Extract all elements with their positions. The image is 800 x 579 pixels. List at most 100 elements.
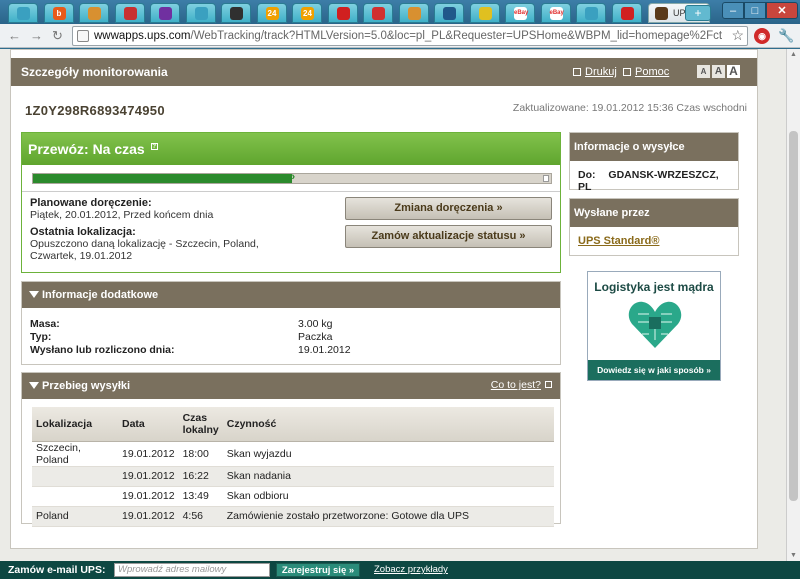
close-window-button[interactable]: ✕ [766, 2, 798, 19]
table-cell: 18:00 [178, 441, 223, 467]
circuit-heart-icon [628, 301, 682, 348]
browser-tab[interactable]: eBay [505, 3, 535, 23]
scrollbar-thumb[interactable] [789, 131, 798, 501]
additional-info-row: Wysłano lub rozliczono dnia: 19.01.2012 [30, 344, 550, 356]
back-arrow-icon[interactable]: ← [8, 28, 21, 43]
last-location: Ostatnia lokalizacja: Opuszczono daną lo… [30, 226, 259, 262]
last-location-date: Czwartek, 19.01.2012 [30, 250, 133, 262]
browser-tab[interactable] [363, 3, 393, 23]
browser-tab[interactable]: 24 [292, 3, 322, 23]
status-header: Przewóz: Na czas? [22, 133, 560, 165]
additional-info-row: Typ: Paczka [30, 331, 550, 343]
bookmark-star-icon[interactable]: ☆ [731, 27, 744, 44]
browser-tab[interactable] [469, 3, 500, 23]
page-icon [407, 7, 421, 20]
additional-info-header[interactable]: Informacje dodatkowe [22, 282, 560, 308]
divider [22, 191, 560, 192]
maximize-button[interactable]: □ [744, 2, 766, 19]
wrench-icon[interactable]: 🔧 [778, 28, 794, 44]
new-tab-button[interactable]: + [685, 5, 711, 21]
status-title: Przewóz: Na czas? [28, 141, 158, 157]
table-cell: Szczecin, Poland [32, 441, 118, 467]
ebay-icon: eBay [514, 7, 528, 20]
browser-tab[interactable] [398, 3, 429, 23]
planned-delivery-label: Planowane doręczenie: [30, 197, 152, 209]
puzzle-icon [123, 7, 137, 20]
wordpress-icon [443, 7, 456, 20]
table-cell [32, 486, 118, 507]
url-text[interactable]: wwwapps.ups.com/WebTracking/track?HTMLVe… [94, 30, 722, 42]
minimize-button[interactable]: – [722, 2, 744, 19]
table-cell: Skan wyjazdu [222, 441, 554, 467]
history-column-header: Czynność [222, 407, 554, 442]
additional-info-label: Masa: [30, 318, 60, 330]
planned-delivery-value: Piątek, 20.01.2012, Przed końcem dnia [30, 209, 214, 221]
see-examples-link[interactable]: Zobacz przykłady [374, 564, 448, 575]
browser-tab[interactable] [434, 3, 464, 23]
vertical-scrollbar[interactable]: ▲ ▼ [786, 49, 800, 561]
additional-info-label: Wysłano lub rozliczono dnia: [30, 344, 175, 356]
additional-info-label: Typ: [30, 331, 52, 343]
help-link[interactable]: Pomoc [623, 66, 669, 78]
table-cell: Zamówienie zostało przetworzone: Gotowe … [222, 506, 554, 527]
browser-tab[interactable] [79, 3, 109, 23]
forward-arrow-icon[interactable]: → [30, 28, 43, 43]
browser-tab[interactable] [185, 3, 216, 23]
table-cell: 19.01.2012 [118, 486, 179, 507]
planned-delivery: Planowane doręczenie: Piątek, 20.01.2012… [30, 197, 213, 221]
print-link[interactable]: Drukuj [573, 66, 617, 78]
browser-tab[interactable] [576, 3, 606, 23]
table-cell: 4:56 [178, 506, 223, 527]
history-column-header: Czas lokalny [178, 407, 223, 442]
shipment-info-title: Informacje o wysyłce [570, 133, 738, 161]
what-is-this-link[interactable]: Co to jest? [491, 379, 552, 391]
browser-tab[interactable] [327, 3, 358, 23]
browser-tab[interactable] [221, 3, 251, 23]
table-cell: 19.01.2012 [118, 466, 179, 487]
extension-icon[interactable]: ◉ [754, 28, 770, 44]
s-icon [159, 7, 172, 20]
promo-footer: Dowiedz się w jaki sposób » [588, 360, 720, 380]
shipment-history-header[interactable]: Przebieg wysyłki Co to jest? [22, 373, 560, 399]
scroll-up-icon[interactable]: ▲ [790, 51, 797, 58]
history-table: Lokalizacja Data Czas lokalny Czynność Szcz… [32, 407, 554, 527]
additional-info-value: 3.00 kg [298, 318, 333, 330]
font-size-medium-button[interactable]: A [712, 65, 725, 78]
browser-toolbar: ← → ↻ wwwapps.ups.com/WebTracking/track?… [0, 24, 800, 48]
browser-tab[interactable] [150, 3, 180, 23]
order-status-updates-button[interactable]: Zamów aktualizacje statusu » [345, 225, 552, 248]
face-icon [478, 7, 492, 20]
promo-title: Logistyka jest mądra [594, 280, 714, 294]
reload-icon[interactable]: ↻ [52, 28, 63, 44]
browser-tab[interactable]: eBay [540, 3, 571, 23]
sent-by-box: Wysłane przez UPS Standard® [569, 198, 739, 256]
browser-tab[interactable]: 24 [256, 3, 287, 23]
logistics-promo-banner[interactable]: Logistyka jest mądra Dowiedz się w jaki … [587, 271, 721, 381]
browser-tab[interactable] [611, 3, 642, 23]
browser-tab[interactable] [8, 3, 38, 23]
table-cell: 19.01.2012 [118, 441, 179, 467]
table-cell: Skan nadania [222, 466, 554, 487]
browser-tab[interactable] [114, 3, 145, 23]
collapse-triangle-icon [29, 382, 39, 389]
browser-tab[interactable]: b [43, 3, 74, 23]
to-label: Do: [578, 169, 596, 181]
change-delivery-button[interactable]: Zmiana doręczenia » [345, 197, 552, 220]
updated-timestamp: Zaktualizowane: 19.01.2012 15:36 Czas ws… [512, 102, 747, 114]
last-location-value: Opuszczono daną lokalizację - Szczecin, … [30, 238, 259, 250]
font-size-small-button[interactable]: A [697, 65, 710, 78]
table-row: Szczecin, Poland 19.01.2012 18:00 Skan wyja… [32, 441, 554, 467]
24-icon: 24 [265, 7, 279, 20]
service-link[interactable]: UPS Standard® [578, 235, 659, 247]
page-header: Szczegóły monitorowania Drukuj Pomoc A A… [11, 58, 757, 86]
service-wrap: UPS Standard® [570, 227, 738, 255]
email-input[interactable]: Wprowadź adres mailowy [114, 563, 270, 577]
register-button[interactable]: Zarejestruj się » [276, 563, 360, 577]
b-icon: b [52, 7, 66, 20]
font-size-large-button[interactable]: A [727, 65, 740, 78]
additional-info-row: Masa: 3.00 kg [30, 318, 550, 330]
scroll-down-icon[interactable]: ▼ [790, 552, 797, 559]
info-icon[interactable]: ? [150, 143, 158, 150]
address-bar[interactable]: wwwapps.ups.com/WebTracking/track?HTMLVe… [72, 26, 748, 46]
cube-icon [230, 7, 243, 20]
